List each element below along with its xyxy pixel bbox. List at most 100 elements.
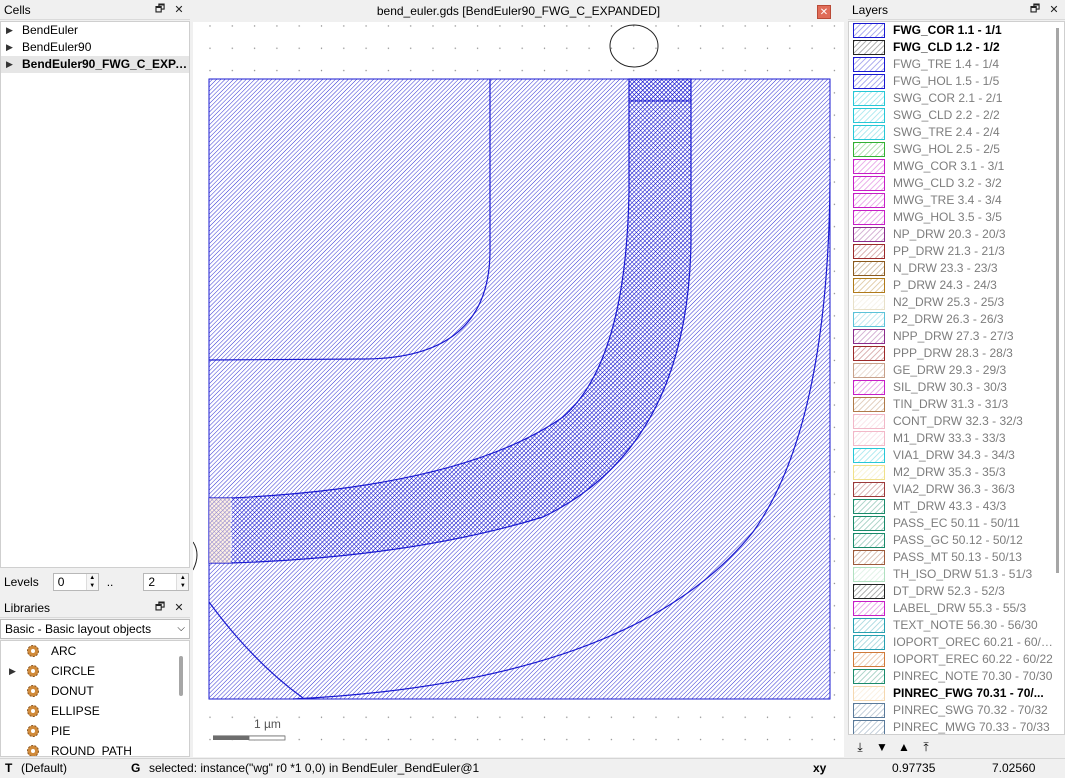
layer-item[interactable]: PASS_MT 50.13 - 50/13 [849, 549, 1054, 566]
layer-item-label: VIA1_DRW 34.3 - 34/3 [893, 448, 1015, 462]
library-item-donut[interactable]: DONUT [1, 681, 189, 701]
layer-item[interactable]: TH_ISO_DRW 51.3 - 51/3 [849, 566, 1054, 583]
layers-scrollbar[interactable] [1056, 28, 1059, 573]
close-icon[interactable]: ✕ [171, 2, 187, 18]
layer-item[interactable]: FWG_TRE 1.4 - 1/4 [849, 56, 1054, 73]
layer-list[interactable]: FWG_COR 1.1 - 1/1 FWG_CLD 1.2 - 1/2 FWG_TR… [848, 21, 1065, 735]
layer-item[interactable]: MWG_CLD 3.2 - 3/2 [849, 175, 1054, 192]
library-scrollbar[interactable] [179, 656, 183, 696]
float-icon[interactable]: 🗗 [152, 2, 168, 18]
layer-item[interactable]: VIA2_DRW 36.3 - 36/3 [849, 481, 1054, 498]
layer-item[interactable]: MWG_COR 3.1 - 3/1 [849, 158, 1054, 175]
cell-tree[interactable]: ▶ BendEuler ▶ BendEuler90 ▶ BendEuler90_… [0, 21, 190, 568]
library-item-ellipse[interactable]: ELLIPSE [1, 701, 189, 721]
layer-swatch-icon [853, 499, 885, 514]
library-item-arc[interactable]: ARC [1, 641, 189, 661]
layer-item[interactable]: FWG_COR 1.1 - 1/1 [849, 22, 1054, 39]
layer-item[interactable]: SWG_COR 2.1 - 2/1 [849, 90, 1054, 107]
move-to-bottom-icon[interactable]: ⤓ [852, 739, 868, 755]
layer-item[interactable]: PINREC_NOTE 70.30 - 70/30 [849, 668, 1054, 685]
layer-item-label: PINREC_NOTE 70.30 - 70/30 [893, 669, 1053, 683]
layer-item[interactable]: PPP_DRW 28.3 - 28/3 [849, 345, 1054, 362]
layer-item-label: M2_DRW 35.3 - 35/3 [893, 465, 1006, 479]
layer-item[interactable]: N_DRW 23.3 - 23/3 [849, 260, 1054, 277]
layer-item-label: M1_DRW 33.3 - 33/3 [893, 431, 1006, 445]
layer-item[interactable]: PASS_GC 50.12 - 50/12 [849, 532, 1054, 549]
layer-item[interactable]: PINREC_SWG 70.32 - 70/32 [849, 702, 1054, 719]
layer-item[interactable]: PP_DRW 21.3 - 21/3 [849, 243, 1054, 260]
layer-swatch-icon [853, 686, 885, 701]
layer-item[interactable]: MWG_TRE 3.4 - 3/4 [849, 192, 1054, 209]
cell-item-bendeuler90-fwg-c-expanded[interactable]: ▶ BendEuler90_FWG_C_EXPA... [1, 56, 189, 73]
pin-marker-left[interactable] [209, 498, 231, 563]
levels-from-spinbox[interactable]: 0 ▲ ▼ [52, 573, 99, 591]
spin-arrows-icon[interactable]: ▲ ▼ [85, 574, 98, 590]
layer-item[interactable]: IOPORT_EREC 60.22 - 60/22 [849, 651, 1054, 668]
layer-item[interactable]: LABEL_DRW 55.3 - 55/3 [849, 600, 1054, 617]
close-icon[interactable]: ✕ [171, 600, 187, 616]
layer-item[interactable]: P2_DRW 26.3 - 26/3 [849, 311, 1054, 328]
layer-item[interactable]: SWG_HOL 2.5 - 2/5 [849, 141, 1054, 158]
levels-to-value: 2 [148, 575, 156, 589]
layout-drawing[interactable]: 1 µm [192, 22, 844, 757]
expand-arrow-icon[interactable]: ▶ [6, 56, 13, 73]
layer-item[interactable]: FWG_HOL 1.5 - 1/5 [849, 73, 1054, 90]
library-item-pie[interactable]: PIE [1, 721, 189, 741]
expand-arrow-icon[interactable]: ▶ [6, 22, 13, 39]
layer-item[interactable]: MT_DRW 43.3 - 43/3 [849, 498, 1054, 515]
layer-item[interactable]: TEXT_NOTE 56.30 - 56/30 [849, 617, 1054, 634]
close-icon[interactable]: ✕ [1046, 2, 1062, 18]
layer-item[interactable]: PASS_EC 50.11 - 50/11 [849, 515, 1054, 532]
layer-item[interactable]: PINREC_FWG 70.31 - 70/... [849, 685, 1054, 702]
layer-item[interactable]: MWG_HOL 3.5 - 3/5 [849, 209, 1054, 226]
layer-item-label: IOPORT_OREC 60.21 - 60/21 [893, 635, 1054, 649]
layer-item[interactable]: DT_DRW 52.3 - 52/3 [849, 583, 1054, 600]
cell-item-bendeuler[interactable]: ▶ BendEuler [1, 22, 189, 39]
coord-y: 7.02560 [992, 761, 1036, 775]
layer-item-label: NP_DRW 20.3 - 20/3 [893, 227, 1006, 241]
float-icon[interactable]: 🗗 [1027, 2, 1043, 18]
move-down-icon[interactable]: ▼ [874, 739, 890, 755]
layer-item[interactable]: SWG_TRE 2.4 - 2/4 [849, 124, 1054, 141]
cell-item-label: BendEuler [22, 23, 79, 37]
float-icon[interactable]: 🗗 [152, 600, 168, 616]
layer-item[interactable]: SWG_CLD 2.2 - 2/2 [849, 107, 1054, 124]
layer-item[interactable]: GE_DRW 29.3 - 29/3 [849, 362, 1054, 379]
layer-item[interactable]: M1_DRW 33.3 - 33/3 [849, 430, 1054, 447]
library-list[interactable]: ARC ▶ CIRCLE DONUT ELLIPSE PIE ROUND_PAT… [0, 640, 190, 757]
layer-item[interactable]: CONT_DRW 32.3 - 32/3 [849, 413, 1054, 430]
layer-item[interactable]: NPP_DRW 27.3 - 27/3 [849, 328, 1054, 345]
layer-item[interactable]: NP_DRW 20.3 - 20/3 [849, 226, 1054, 243]
library-select[interactable]: Basic - Basic layout objects ⌵ [0, 619, 190, 639]
move-to-top-icon[interactable]: ⤒ [918, 739, 934, 755]
layer-item[interactable]: FWG_CLD 1.2 - 1/2 [849, 39, 1054, 56]
close-view-button[interactable]: ✕ [817, 5, 831, 19]
layer-item[interactable]: N2_DRW 25.3 - 25/3 [849, 294, 1054, 311]
layer-item[interactable]: TIN_DRW 31.3 - 31/3 [849, 396, 1054, 413]
layer-item-label: PINREC_MWG 70.33 - 70/33 [893, 720, 1050, 734]
library-item-round-path[interactable]: ROUND_PATH [1, 741, 189, 756]
mode-label: (Default) [21, 761, 68, 775]
layer-item-label: N_DRW 23.3 - 23/3 [893, 261, 998, 275]
layer-item[interactable]: PINREC_MWG 70.33 - 70/33 [849, 719, 1054, 734]
pin-marker-top[interactable] [628, 78, 692, 102]
layer-item[interactable]: P_DRW 24.3 - 24/3 [849, 277, 1054, 294]
layer-swatch-icon [853, 703, 885, 718]
layer-swatch-icon [853, 329, 885, 344]
layout-canvas[interactable]: 1 µm [192, 22, 844, 757]
layer-item[interactable]: IOPORT_OREC 60.21 - 60/21 [849, 634, 1054, 651]
expand-arrow-icon[interactable]: ▶ [9, 661, 16, 681]
layer-item[interactable]: SIL_DRW 30.3 - 30/3 [849, 379, 1054, 396]
layer-item-label: IOPORT_EREC 60.22 - 60/22 [893, 652, 1053, 666]
move-up-icon[interactable]: ▲ [896, 739, 912, 755]
levels-label: Levels [4, 575, 39, 589]
library-item-circle[interactable]: ▶ CIRCLE [1, 661, 189, 681]
levels-to-spinbox[interactable]: 2 ▲ ▼ [143, 573, 190, 591]
layer-item-label: GE_DRW 29.3 - 29/3 [893, 363, 1007, 377]
cell-item-bendeuler90[interactable]: ▶ BendEuler90 [1, 39, 189, 56]
layer-item[interactable]: VIA1_DRW 34.3 - 34/3 [849, 447, 1054, 464]
spin-arrows-icon[interactable]: ▲ ▼ [176, 574, 189, 590]
cladding-shape[interactable] [208, 78, 831, 700]
expand-arrow-icon[interactable]: ▶ [6, 39, 13, 56]
layer-item[interactable]: M2_DRW 35.3 - 35/3 [849, 464, 1054, 481]
